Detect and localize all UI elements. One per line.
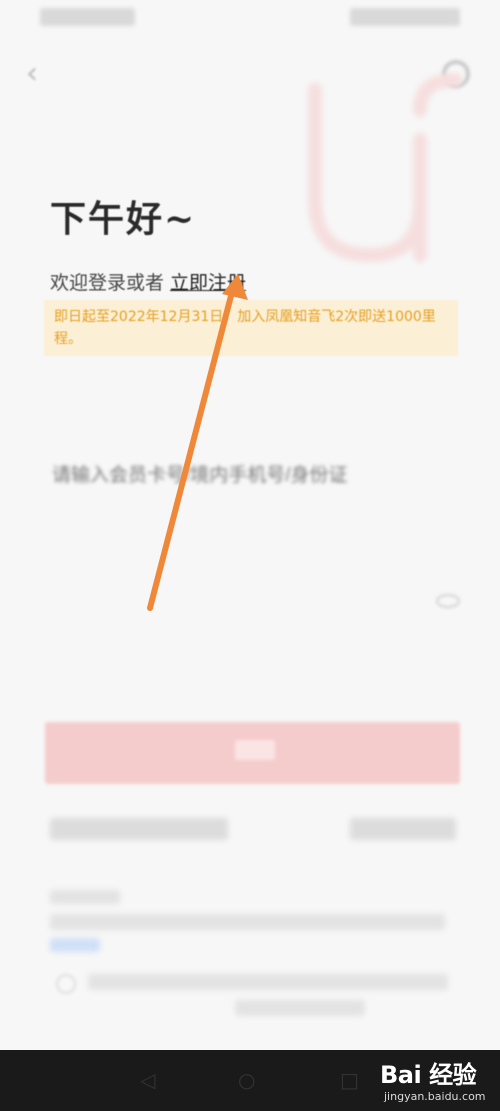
promo-banner: 即日起至2022年12月31日，加入凤凰知音飞2次即送1000里程。 (44, 300, 458, 356)
notice-title (50, 890, 120, 904)
chevron-left-icon[interactable]: ‹ (26, 59, 50, 89)
agreement-checkbox[interactable] (56, 974, 76, 994)
watermark-url: jingyan.baidu.com (384, 1090, 486, 1103)
status-bar (0, 0, 500, 36)
watermark-brand: Bai 经验 (380, 1061, 477, 1089)
eye-icon[interactable] (436, 594, 460, 608)
login-button-label (235, 740, 275, 760)
airline-logo-watermark-icon (308, 73, 462, 263)
username-input[interactable] (50, 460, 464, 492)
welcome-text: 欢迎登录或者 (50, 272, 165, 294)
sms-login-link[interactable] (50, 818, 228, 840)
welcome-line: 欢迎登录或者 立即注册 (50, 268, 246, 295)
nav-back-icon[interactable]: ◁ (140, 1068, 155, 1092)
agreement-text (88, 974, 448, 990)
password-input[interactable] (50, 588, 464, 620)
notice-text (50, 914, 445, 930)
login-button[interactable] (45, 722, 460, 784)
greeting-title: 下午好~ (50, 198, 197, 240)
nav-home-icon[interactable]: ○ (238, 1068, 255, 1092)
nav-recents-icon[interactable]: □ (340, 1068, 359, 1092)
status-right-blurred (350, 8, 460, 26)
baidu-jingyan-watermark: Bai 经验 jingyan.baidu.com (380, 1055, 486, 1103)
status-left-blurred (40, 8, 135, 26)
register-link[interactable]: 立即注册 (170, 272, 246, 294)
forgot-password-link[interactable] (350, 818, 456, 840)
notice-link[interactable] (50, 938, 100, 952)
agreement-link[interactable] (235, 1000, 365, 1016)
